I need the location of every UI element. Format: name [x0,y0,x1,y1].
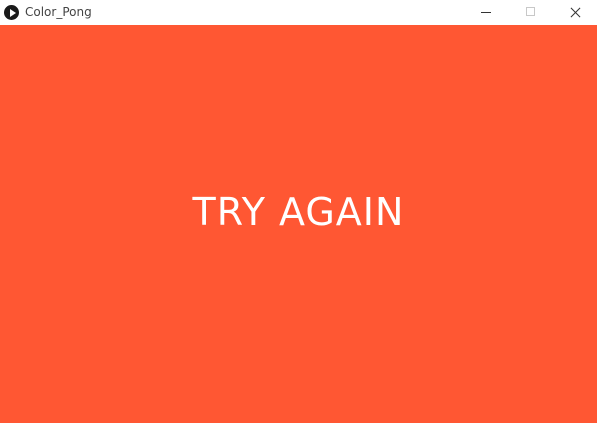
play-icon [4,5,19,20]
close-button[interactable] [552,0,597,25]
game-canvas[interactable]: TRY AGAIN [0,25,597,423]
minimize-button[interactable] [463,0,508,25]
title-bar[interactable]: Color_Pong [0,0,597,25]
maximize-button[interactable] [508,0,553,25]
window-title: Color_Pong [25,5,92,19]
app-window: Color_Pong TRY AGAIN [0,0,597,423]
try-again-message: TRY AGAIN [192,190,405,234]
